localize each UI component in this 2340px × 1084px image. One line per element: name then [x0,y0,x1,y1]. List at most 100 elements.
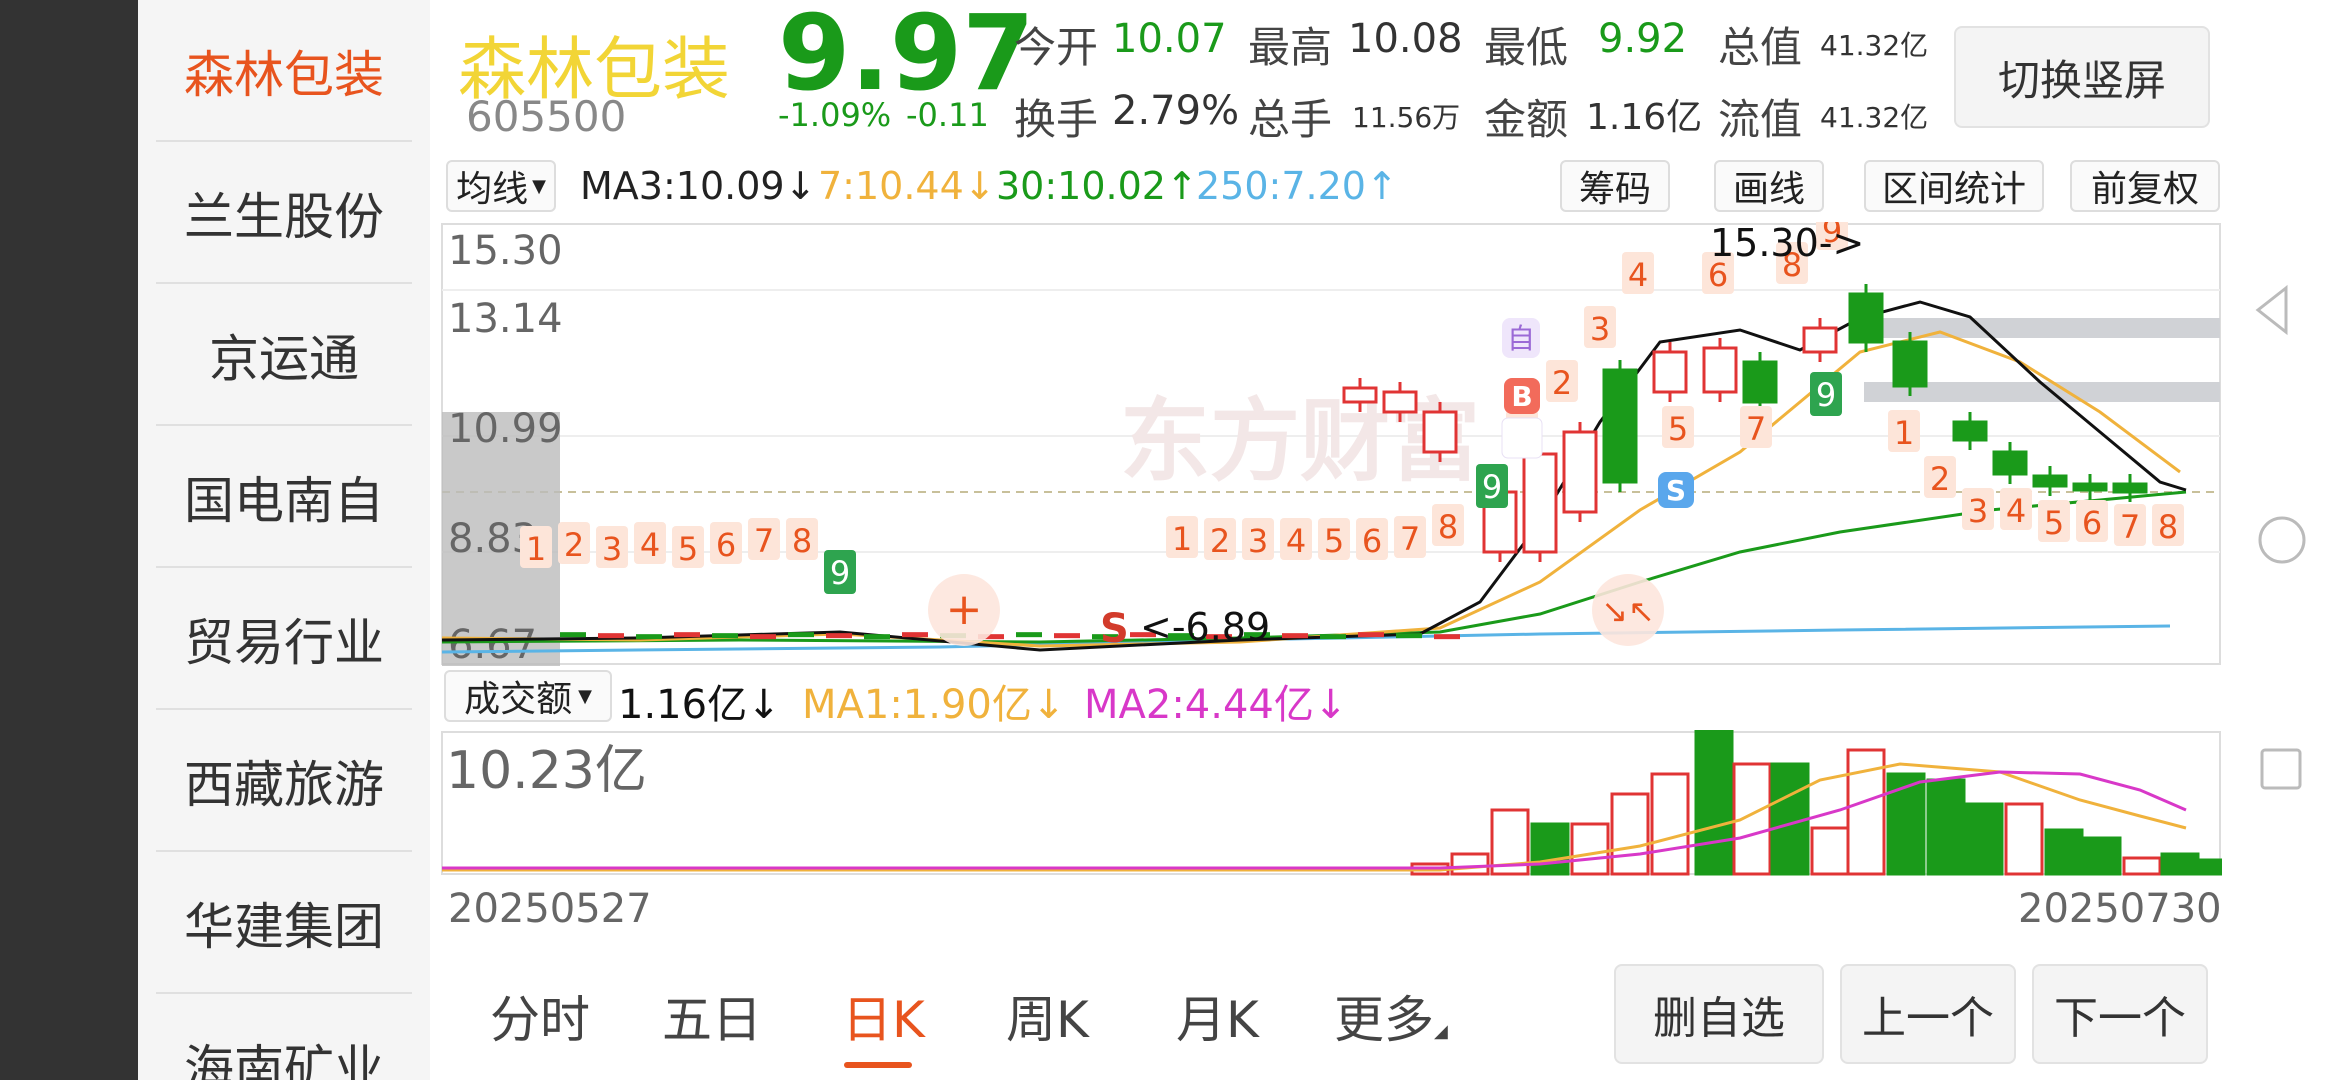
vol-ma2: MA2:4.44亿↓ [1084,682,1348,728]
candle-body [1848,292,1884,344]
candle-body [2112,482,2148,494]
ma-selector[interactable]: 均线 ▼ [446,160,556,212]
candle-body [1358,632,1384,638]
chips-button[interactable]: 筹码 [1560,160,1670,212]
sidebar-item-senlin[interactable]: 森林包装 [156,2,412,142]
volume-value: 1.16亿↓ [618,682,781,728]
candle-body [1562,430,1598,514]
back-icon[interactable] [2255,284,2288,336]
sequence-label-green: 9 [830,554,850,592]
chevron-down-icon: ▼ [578,685,592,707]
previous-stock-button[interactable]: 上一个 [1840,964,2016,1064]
kline-chart[interactable]: 东方财富 15.30 13.14 10.99 8.83 6.67 1234567… [440,222,2222,666]
volume-bar [2160,852,2200,876]
tab-five-day[interactable]: 五日 [662,980,762,1052]
sidebar-item-xizang[interactable]: 西藏旅游 [156,712,412,852]
volume-bar [1964,802,2004,876]
active-tab-indicator [844,1062,912,1068]
next-stock-button[interactable]: 下一个 [2032,964,2208,1064]
date-end: 20250730 [2018,886,2222,932]
sequence-label: 4 [1628,256,1648,294]
candle-body [1652,350,1688,394]
volume-bar [1570,822,1610,876]
candle-body [1342,386,1378,404]
volume-bar [2082,836,2122,876]
tab-monthly-k[interactable]: 月K [1176,980,1259,1052]
volume-label: 总手 [1248,95,1333,144]
date-start: 20250527 [448,886,652,932]
sidebar-item-hainan[interactable]: 海南矿业 [156,996,412,1080]
sequence-label: 4 [640,526,660,564]
volume-bar [1694,730,1734,876]
candle-body [1992,450,2028,476]
y-label-bottom: 6.67 [448,622,537,666]
ma3-value: MA3:10.09↓ [580,164,817,208]
volume-bar [2044,828,2084,876]
candle-body [2032,474,2068,488]
y-label-top: 15.30 [448,228,563,274]
tab-more[interactable]: 更多◢ [1334,980,1448,1052]
remove-watchlist-button[interactable]: 删自选 [1614,964,1824,1064]
candle-body [1434,634,1460,640]
volume-chart[interactable]: 10.23亿 [440,730,2222,876]
add-drawing-icon[interactable]: + [946,584,983,635]
tab-daily-k[interactable]: 日K [842,980,925,1052]
sequence-label: 8 [1438,508,1458,546]
ma30-value: 30:10.02↑ [996,164,1198,208]
candle-body [1422,410,1458,454]
sequence-label: 4 [2006,492,2026,530]
volume-bar [1650,772,1690,876]
volume-bar [1926,778,1966,876]
sequence-label: 2 [1930,460,1950,498]
switch-portrait-button[interactable]: 切换竖屏 [1954,26,2210,128]
range-stats-button[interactable]: 区间统计 [1864,160,2044,212]
tab-weekly-k[interactable]: 周K [1006,980,1089,1052]
turnover-value: 2.79% [1112,88,1240,134]
self-marker-text: 自 [1507,322,1535,355]
candle-body [1382,390,1418,414]
volume-bar [2004,802,2044,876]
sequence-label: 5 [1668,410,1688,448]
sequence-label: 4 [1286,522,1306,560]
collapse-icon[interactable]: ↘↖ [1601,592,1655,630]
candle-body [1282,633,1308,639]
forward-adjust-button[interactable]: 前复权 [2070,160,2220,212]
sidebar-item-maoyi[interactable]: 贸易行业 [156,570,412,710]
sequence-label: 8 [792,522,812,560]
volume-bar [1450,852,1490,876]
candle-body [826,633,852,639]
volume-bar [2194,858,2222,876]
system-navigation [2222,0,2340,1080]
candle-body [1016,632,1042,638]
corner-arrow-icon: ◢ [1434,1021,1448,1042]
volume-selector[interactable]: 成交额 ▼ [444,670,612,722]
draw-line-button[interactable]: 画线 [1714,160,1824,212]
sequence-label: 7 [1400,520,1420,558]
resistance-band [1864,318,2220,338]
candle-body [1802,326,1838,354]
sequence-label: 8 [2158,508,2178,546]
candle-body [788,632,814,638]
recents-icon[interactable] [2260,748,2302,790]
sequence-label: 1 [1172,520,1192,558]
sidebar-item-guodiannanzi[interactable]: 国电南自 [156,428,412,568]
tab-more-label: 更多 [1334,991,1434,1049]
buy-marker-text: B [1511,380,1532,413]
sequence-label: 7 [2120,508,2140,546]
sidebar-item-jingyuntong[interactable]: 京运通 [156,286,412,426]
low-value: 9.92 [1598,16,1688,62]
sequence-label: 1 [526,530,546,568]
candle-body [1054,633,1080,639]
open-value: 10.07 [1112,16,1227,62]
ma-selector-label: 均线 [456,169,529,210]
volume-value: 11.56万 [1352,101,1461,134]
sidebar-item-lansheng[interactable]: 兰生股份 [156,144,412,284]
home-icon[interactable] [2258,516,2306,564]
volume-selector-label: 成交额 [464,679,573,720]
candle-body [674,632,700,638]
open-label: 今开 [1014,23,1099,72]
sidebar-item-huajian[interactable]: 华建集团 [156,854,412,994]
candle-body [712,633,738,639]
sequence-label: 2 [564,526,584,564]
tab-intraday[interactable]: 分时 [490,980,590,1052]
